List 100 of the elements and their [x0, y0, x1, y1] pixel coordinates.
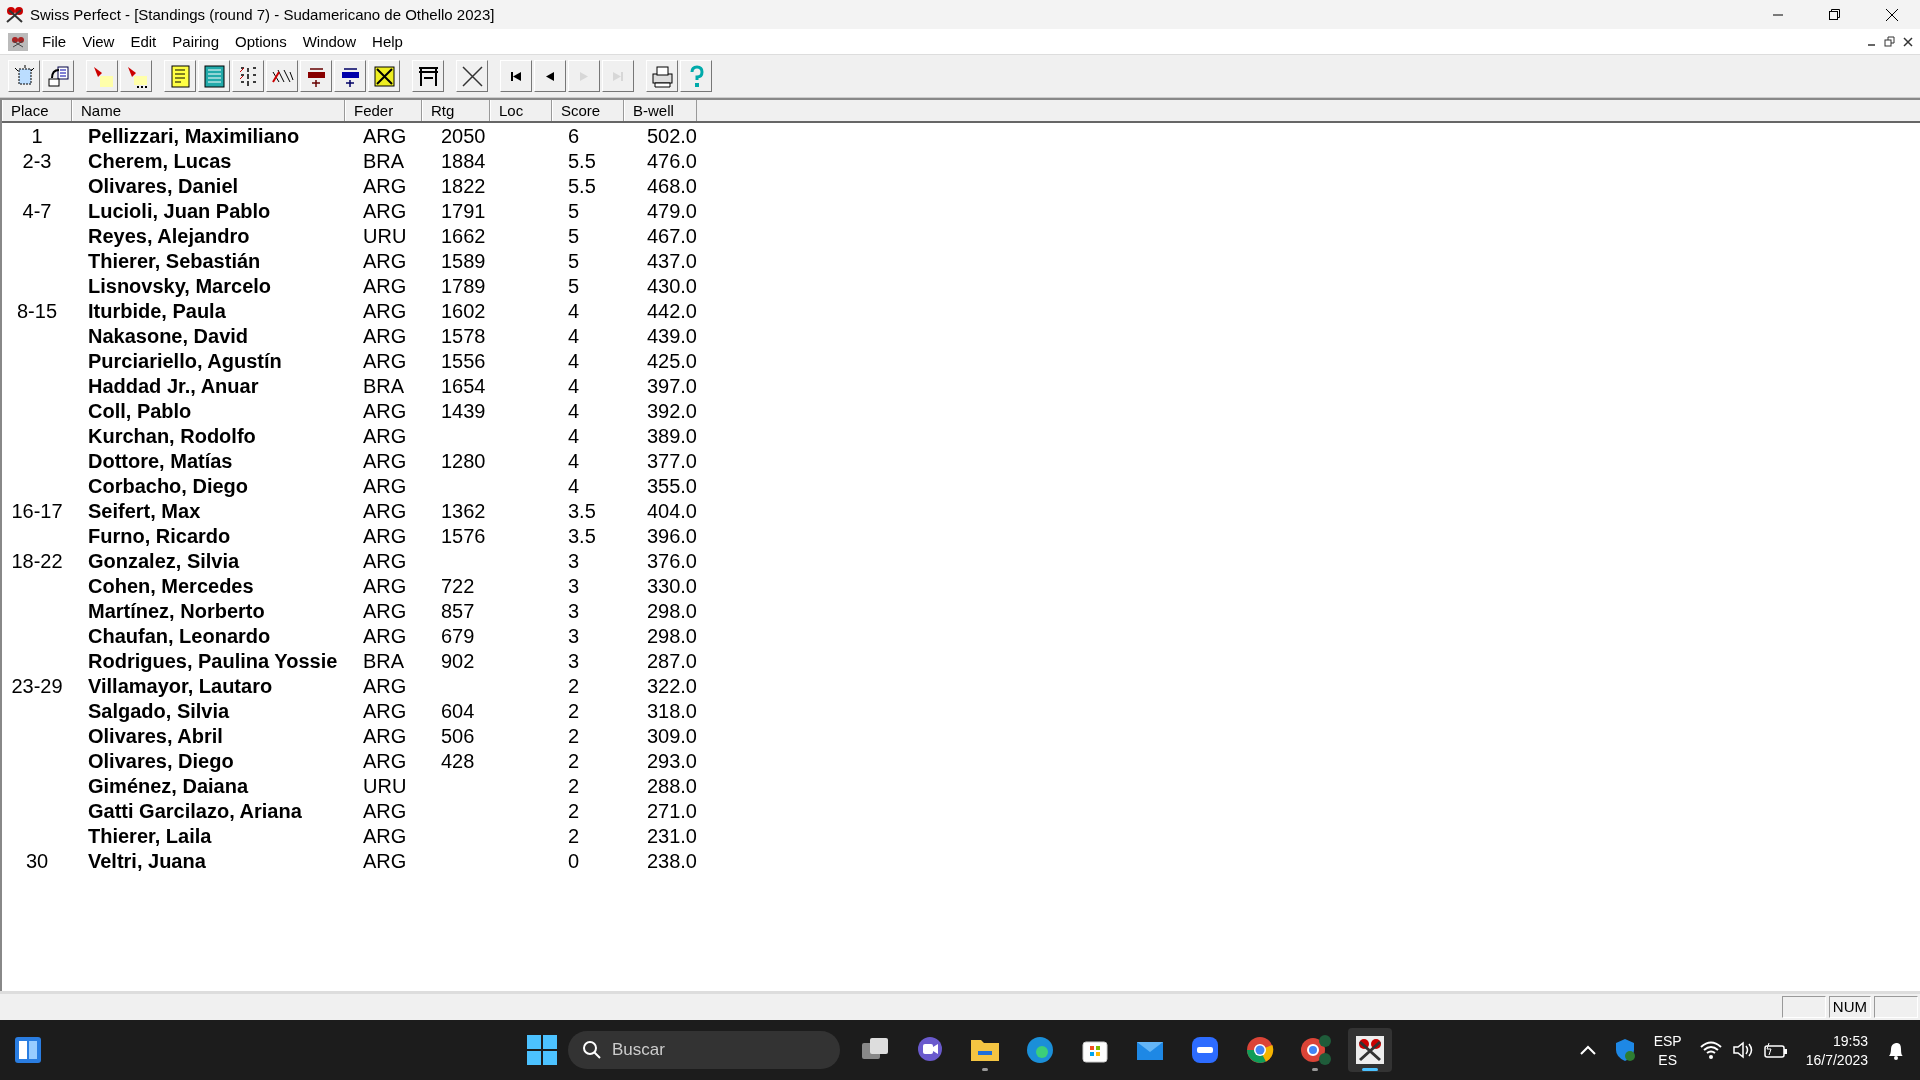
player-name: Iturbide, Paula — [87, 299, 227, 324]
num-lock-indicator: NUM — [1828, 996, 1871, 1018]
number-grid-button[interactable] — [232, 60, 264, 92]
table-cell-text: 857 — [440, 599, 476, 624]
clock-time[interactable]: 19:53 — [1832, 1032, 1868, 1049]
score-sheet-button[interactable] — [164, 60, 196, 92]
table-cell-text: 437.0 — [645, 249, 697, 274]
table-cell-text: 1884 — [440, 149, 487, 174]
table-cell-text: 4 — [567, 399, 581, 424]
new-document-button[interactable] — [8, 60, 40, 92]
table-cell-text: 604 — [440, 699, 476, 724]
table-cell-text: ARG — [362, 549, 408, 574]
table-cell-text: 376.0 — [645, 549, 697, 574]
menu-item[interactable]: Options — [227, 33, 295, 50]
status-pane — [1781, 996, 1826, 1018]
player-name: Chaufan, Leonardo — [87, 624, 272, 649]
table-cell-text: 506 — [440, 724, 476, 749]
help-button[interactable] — [680, 60, 712, 92]
table-cell-text: 425.0 — [645, 349, 697, 374]
export-button[interactable] — [42, 60, 74, 92]
table-cell-text: ARG — [362, 524, 408, 549]
column-header[interactable]: Name — [72, 100, 345, 121]
table-cell-text: 8-15 — [16, 299, 58, 324]
column-header[interactable]: Place — [2, 100, 72, 121]
last-icon — [613, 71, 623, 81]
search-field[interactable]: Buscar — [568, 1031, 840, 1069]
menu-item[interactable]: Window — [294, 33, 365, 50]
column-header[interactable]: Feder — [345, 100, 422, 121]
wifi-icon[interactable] — [1699, 1041, 1722, 1059]
mdi-restore-icon[interactable] — [1884, 35, 1896, 48]
speaker-icon[interactable] — [1731, 1041, 1754, 1059]
status-pane — [1874, 996, 1918, 1018]
table-cell-text: 355.0 — [645, 474, 697, 499]
table-cell-text: 4 — [567, 449, 581, 474]
printer-button[interactable] — [646, 60, 678, 92]
start-icon[interactable] — [527, 1035, 557, 1065]
widgets-icon[interactable] — [12, 1034, 44, 1066]
menu-item[interactable]: View — [74, 33, 123, 50]
chevron-up-icon[interactable] — [1579, 1045, 1596, 1055]
table-cell-text: 1362 — [440, 499, 487, 524]
table-cell-text: 502.0 — [645, 124, 697, 149]
menu-item[interactable]: File — [34, 33, 75, 50]
column-header[interactable]: Loc — [490, 100, 552, 121]
app-logo-icon[interactable] — [1353, 1033, 1387, 1067]
table-cell-text: 271.0 — [645, 799, 697, 824]
search-icon — [582, 1040, 602, 1060]
table-cell-text: 1791 — [440, 199, 487, 224]
table-cell-text: 3 — [567, 599, 581, 624]
keyboard-layout-indicator[interactable]: ES — [1658, 1051, 1678, 1068]
table-cell-text: ARG — [362, 749, 408, 774]
list-button[interactable] — [198, 60, 230, 92]
mdi-close-icon[interactable] — [1902, 35, 1914, 48]
column-header[interactable]: Score — [552, 100, 624, 121]
security-shield-icon[interactable] — [1613, 1038, 1636, 1062]
menu-item[interactable]: Help — [364, 33, 411, 50]
language-indicator[interactable]: ESP — [1653, 1032, 1682, 1049]
table-cell-text: 3 — [567, 624, 581, 649]
cross-table-button[interactable] — [266, 60, 298, 92]
table-cell-text: 389.0 — [645, 424, 697, 449]
clock-date[interactable]: 16/7/2023 — [1805, 1051, 1868, 1068]
table-cell-text: BRA — [362, 149, 406, 174]
table-cell-text: 16-17 — [10, 499, 64, 524]
previous-button[interactable] — [534, 60, 566, 92]
table-cell-text: 18-22 — [10, 549, 64, 574]
player-name: Pellizzari, Maximiliano — [87, 124, 301, 149]
column-header[interactable]: B-well — [624, 100, 697, 121]
first-button[interactable] — [500, 60, 532, 92]
table-cell-text: ARG — [362, 124, 408, 149]
table-cell-text: 298.0 — [645, 599, 697, 624]
menu-item[interactable]: Edit — [122, 33, 165, 50]
restore-icon[interactable] — [1829, 9, 1840, 20]
player-name: Lisnovsky, Marcelo — [87, 274, 273, 299]
table-cell-text: ARG — [362, 824, 408, 849]
table-cell-text: ARG — [362, 574, 408, 599]
column-header[interactable]: Rtg — [422, 100, 490, 121]
player-name: Thierer, Laila — [87, 824, 213, 849]
table-cell-text: 1589 — [440, 249, 487, 274]
table-cell-text: 722 — [440, 574, 476, 599]
chrome-profile-icon[interactable] — [1298, 1033, 1332, 1067]
table-cell-text: 5.5 — [567, 149, 597, 174]
player-name: Salgado, Silvia — [87, 699, 231, 724]
battery-icon[interactable] — [1763, 1041, 1788, 1059]
table-cell-text: 392.0 — [645, 399, 697, 424]
player-name: Olivares, Diego — [87, 749, 235, 774]
player-name: Seifert, Max — [87, 499, 202, 524]
player-name: Dottore, Matías — [87, 449, 234, 474]
table-cell-text: 4 — [567, 474, 581, 499]
table-cell-text: 2 — [567, 674, 581, 699]
menu-item[interactable]: Pairing — [164, 33, 227, 50]
player-name: Villamayor, Lautaro — [87, 674, 274, 699]
table-cell-text: 322.0 — [645, 674, 697, 699]
table-cell-text: 396.0 — [645, 524, 697, 549]
table-cell-text: 288.0 — [645, 774, 697, 799]
table-cell-text: 476.0 — [645, 149, 697, 174]
table-cell-text: ARG — [362, 599, 408, 624]
table-cell-text: 4-7 — [21, 199, 53, 224]
table-cell-text: 2-3 — [21, 149, 53, 174]
table-cell-text: 3 — [567, 649, 581, 674]
close-icon[interactable] — [1885, 8, 1898, 21]
table-cell-text: 2 — [567, 799, 581, 824]
